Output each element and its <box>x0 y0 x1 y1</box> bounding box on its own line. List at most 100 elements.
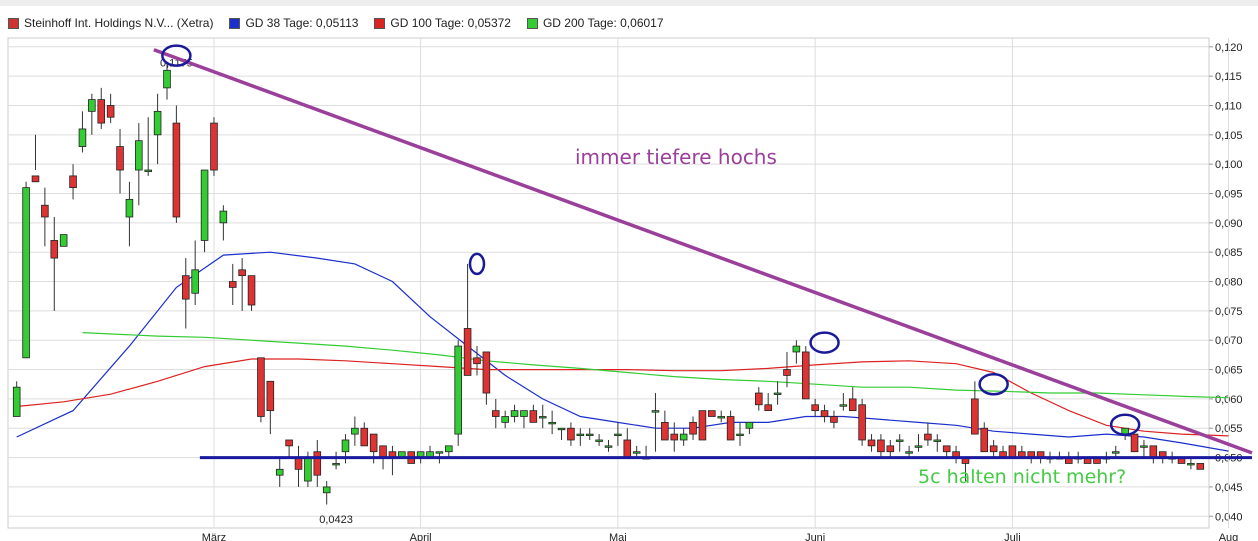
candle-up <box>839 404 848 407</box>
candle-up <box>745 421 754 429</box>
candle-down <box>726 416 735 441</box>
candle-down <box>848 398 857 412</box>
candle-up <box>651 410 660 413</box>
candle-down <box>69 175 77 189</box>
candle-up <box>614 433 622 437</box>
candle-down <box>285 439 293 447</box>
candle-up <box>679 433 688 441</box>
x-tick-label: Aug <box>1219 532 1239 541</box>
candle-up <box>88 99 96 112</box>
candle-up <box>163 69 171 89</box>
price-label: 0,0423 <box>319 514 353 526</box>
candle-down <box>1130 433 1139 453</box>
candle-up <box>557 427 566 431</box>
candle-up <box>1111 451 1120 454</box>
candle-down <box>369 433 378 453</box>
candle-down <box>661 421 669 441</box>
candle-down <box>886 445 895 453</box>
candle-down <box>708 410 716 417</box>
candle-down <box>924 433 932 441</box>
candle-down <box>473 357 481 365</box>
candle-down <box>820 410 829 417</box>
price-chart: 0,1200,1150,1100,1050,1000,0950,0900,085… <box>7 37 1253 541</box>
candle-down <box>942 445 951 453</box>
candle-up <box>501 416 509 423</box>
candle-down <box>491 410 500 417</box>
candle-down <box>360 427 369 447</box>
candle-up <box>585 433 594 437</box>
candle-up <box>59 234 68 247</box>
annotation-trend-text: immer tiefere hochs <box>575 145 777 169</box>
candle-up <box>510 410 519 417</box>
candle-down <box>379 445 387 458</box>
candle-down <box>877 439 885 453</box>
candle-down <box>689 421 697 435</box>
candle-up <box>595 439 603 442</box>
candle-up <box>322 486 331 494</box>
candle-down <box>228 281 237 288</box>
candle-down <box>764 404 772 412</box>
candle-up <box>153 110 162 136</box>
candle-down <box>1149 445 1158 458</box>
candle-up <box>435 451 444 454</box>
candle-down <box>783 369 791 376</box>
candle-up <box>548 421 556 425</box>
candle-up <box>454 345 462 435</box>
candle-up <box>191 269 199 294</box>
candle-up <box>275 468 284 476</box>
candle-down <box>116 146 124 171</box>
candle-up <box>773 392 782 395</box>
candle-up <box>905 451 913 454</box>
candle-up <box>78 128 87 147</box>
candle-up <box>144 169 152 172</box>
candle-up <box>792 345 801 353</box>
candle-down <box>623 439 632 458</box>
candle-down <box>811 404 819 412</box>
candle-down <box>247 275 256 306</box>
x-tick-label: Mai <box>609 532 627 541</box>
candle-up <box>125 198 134 218</box>
candle-up <box>332 463 340 466</box>
candle-up <box>1121 427 1129 435</box>
candle-up <box>351 427 359 435</box>
candle-down <box>830 416 838 423</box>
candle-down <box>1008 445 1017 458</box>
candle-down <box>31 175 40 183</box>
candle-down <box>698 410 707 441</box>
candle-down <box>294 457 303 470</box>
candle-up <box>341 439 350 453</box>
candle-up <box>445 445 453 453</box>
candle-up <box>200 169 209 241</box>
candle-up <box>219 210 228 224</box>
candle-down <box>238 269 246 277</box>
candle-down <box>210 122 218 171</box>
candle-down <box>182 275 190 300</box>
x-tick-label: April <box>410 532 432 541</box>
candle-down <box>755 392 763 406</box>
candle-up <box>914 445 923 448</box>
candle-down <box>670 433 679 441</box>
candle-down <box>971 398 979 435</box>
candle-up <box>520 410 528 417</box>
candle-down <box>482 351 491 394</box>
candle-down <box>867 439 876 447</box>
candle-up <box>12 386 21 417</box>
candle-down <box>172 122 181 218</box>
candle-up <box>632 451 641 454</box>
candle-down <box>266 380 275 412</box>
x-tick-label: März <box>202 532 226 541</box>
candle-up <box>1140 445 1148 448</box>
candle-down <box>801 351 810 400</box>
candle-up <box>933 439 942 442</box>
candle-down <box>50 240 59 259</box>
candle-down <box>41 204 49 218</box>
candle-down <box>980 427 989 453</box>
candle-up <box>604 445 613 448</box>
x-tick-label: Juli <box>1004 532 1021 541</box>
candle-up <box>135 140 143 171</box>
candle-down <box>463 328 472 376</box>
annotation-support-text: 5c halten nicht mehr? <box>918 466 1126 488</box>
candle-up <box>1187 463 1195 466</box>
candle-down <box>106 105 115 118</box>
x-tick-label: Juni <box>805 532 825 541</box>
